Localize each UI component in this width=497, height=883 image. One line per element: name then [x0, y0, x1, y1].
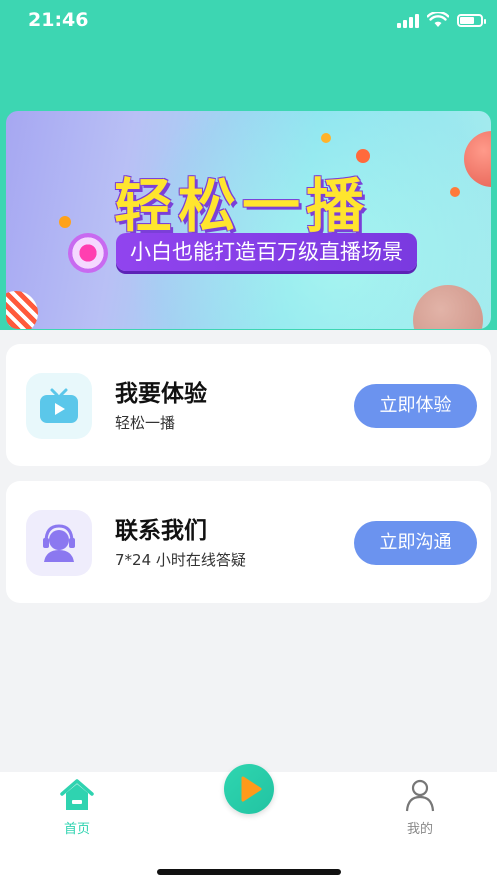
tab-home-label: 首页: [63, 822, 90, 837]
customer-service-icon: [26, 510, 92, 576]
card-title: 联系我们: [115, 518, 207, 544]
tv-play-icon: [26, 373, 92, 439]
experience-card[interactable]: 我要体验 轻松一播 立即体验: [6, 344, 491, 466]
contact-card[interactable]: 联系我们 7*24 小时在线答疑 立即沟通: [6, 481, 491, 603]
play-icon: [241, 776, 262, 802]
contact-now-button[interactable]: 立即沟通: [354, 521, 477, 565]
card-title: 我要体验: [115, 381, 207, 407]
status-time: 21:46: [28, 9, 89, 31]
tab-home[interactable]: 首页: [37, 778, 117, 837]
ball-decoration-icon: [450, 187, 460, 197]
wifi-icon: [427, 12, 449, 27]
ball-decoration-icon: [59, 216, 71, 228]
tab-mine[interactable]: 我的: [380, 778, 460, 837]
tab-mine-label: 我的: [406, 822, 433, 837]
card-description: 7*24 小时在线答疑: [115, 551, 246, 569]
ball-decoration-icon: [321, 133, 331, 143]
promo-banner[interactable]: 轻松一播 小白也能打造百万级直播场景: [6, 111, 491, 329]
try-now-button[interactable]: 立即体验: [354, 384, 477, 428]
banner-subtitle: 小白也能打造百万级直播场景: [116, 233, 417, 271]
card-description: 轻松一播: [115, 414, 176, 432]
status-bar: 21:46: [0, 0, 497, 44]
live-play-button[interactable]: [224, 764, 274, 814]
home-indicator: [157, 869, 341, 875]
signal-icon: [397, 12, 419, 28]
status-icons: [397, 12, 486, 28]
ring-decoration-icon: [68, 233, 108, 273]
user-icon: [405, 779, 435, 812]
sphere-decoration-icon: [6, 291, 38, 329]
battery-icon: [457, 13, 486, 27]
home-icon: [60, 779, 94, 810]
banner-title: 轻松一播: [114, 172, 371, 240]
